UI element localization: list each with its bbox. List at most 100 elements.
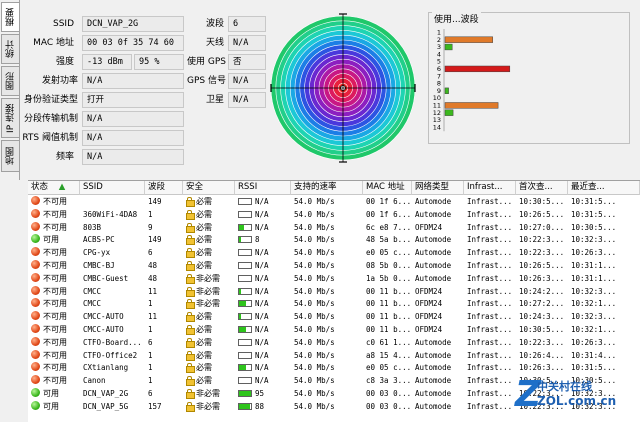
table-row[interactable]: 不可用 360WiFi-4DA8 1 必需 N/A 54.0 Mb/s 00 1f 6...… — [28, 208, 640, 221]
infra-cell: Infrast... — [467, 222, 513, 232]
status-text: 可用 — [43, 235, 59, 245]
table-row[interactable]: 不可用 CMCC 11 非必需 N/A 54.0 Mb/s 00 11 b... OFDM24… — [28, 285, 640, 298]
status-text: 不可用 — [43, 325, 67, 334]
column-header-channel[interactable]: 波段 — [145, 181, 183, 195]
tab-map[interactable]: 地图 — [1, 140, 19, 172]
column-header-label: 波段 — [148, 182, 166, 192]
lock-icon — [186, 299, 195, 310]
tab-overview[interactable]: 概要 — [1, 2, 19, 32]
rate-cell: 54.0 Mb/s — [294, 286, 335, 296]
table-row[interactable]: 不可用 CTFO-Board... 6 必需 N/A 54.0 Mb/s c0 61 1..… — [28, 336, 640, 349]
last-seen-cell: 10:31:4... — [571, 350, 617, 360]
auth-value: 打开 — [82, 92, 184, 108]
table-row[interactable]: 不可用 CMCC-AUTO 1 必需 N/A 54.0 Mb/s 00 11 b... OFD… — [28, 324, 640, 336]
infra-cell: Infrast... — [467, 312, 513, 322]
last-seen-cell: 10:26:3... — [571, 248, 617, 258]
unavailable-status-icon — [31, 324, 40, 333]
lock-icon — [186, 222, 195, 233]
rssi-cell: N/A — [255, 325, 269, 334]
table-row[interactable]: 不可用 149 必需 N/A 54.0 Mb/s 00 1f 6... Automode In… — [28, 196, 640, 208]
column-header-infra[interactable]: Infrast... — [464, 181, 516, 195]
column-header-first-seen[interactable]: 首次查... — [516, 181, 568, 195]
ssid-cell: CTFO-Office2 — [83, 350, 138, 360]
tab-overview-label: 概要 — [6, 8, 16, 26]
lock-icon — [186, 337, 195, 348]
rate-cell: 54.0 Mb/s — [294, 389, 335, 398]
rate-cell: 54.0 Mb/s — [294, 401, 335, 411]
mac-cell: 00 11 b... — [366, 286, 412, 296]
rate-cell: 54.0 Mb/s — [294, 325, 335, 334]
column-header-status[interactable]: 状态 ▲ — [28, 181, 80, 195]
infra-cell: Infrast... — [467, 363, 513, 373]
security-cell: 非必需 — [196, 286, 220, 296]
table-row[interactable]: 不可用 CMCC-AUTO 11 必需 N/A 54.0 Mb/s 00 11 b... OF… — [28, 311, 640, 323]
zol-watermark: Z 中关村在线 ZOL.com.cn — [515, 372, 640, 422]
first-seen-cell: 10:30:5... — [519, 197, 565, 206]
rssi-cell: N/A — [255, 337, 269, 347]
rate-cell: 54.0 Mb/s — [294, 222, 335, 232]
nettype-cell: Automode — [415, 337, 452, 347]
ssid-cell: CPG-yx — [83, 248, 111, 258]
channel-usage-chart: 1234567891011121314 — [433, 29, 511, 131]
mac-cell: 08 5b 0... — [366, 261, 412, 270]
nettype-cell: Automode — [415, 350, 452, 360]
tab-statistics[interactable]: 统计 — [1, 34, 19, 64]
unavailable-status-icon — [31, 298, 40, 308]
column-header-nettype[interactable]: 网络类型 — [412, 181, 464, 195]
mac-label: MAC 地址 — [33, 38, 74, 48]
column-header-label: 状态 — [31, 182, 49, 192]
antenna-label: 天线 — [205, 38, 224, 48]
lock-icon — [186, 197, 195, 207]
infra-cell: Infrast... — [467, 350, 513, 360]
satellite-value: N/A — [228, 92, 266, 108]
rate-cell: 54.0 Mb/s — [294, 312, 335, 322]
table-row[interactable]: 不可用 803B 9 必需 N/A 54.0 Mb/s 6c e8 7... OFDM24 In… — [28, 221, 640, 234]
status-text: 不可用 — [43, 363, 67, 373]
nettype-cell: Automode — [415, 376, 452, 386]
table-row[interactable]: 可用 ACBS-PC 149 必需 8 54.0 Mb/s 48 5a b... Automo… — [28, 234, 640, 246]
column-header-mac[interactable]: MAC 地址 — [363, 181, 412, 195]
mac-cell: 00 1f 6... — [366, 197, 412, 206]
nettype-cell: Automode — [415, 261, 452, 270]
last-seen-cell: 10:31:5... — [571, 197, 617, 206]
last-seen-cell: 10:32:1... — [571, 325, 617, 334]
column-header-ssid[interactable]: SSID — [80, 181, 145, 195]
rssi-bar-icon — [238, 313, 252, 321]
table-row[interactable]: 不可用 CMCC 1 非必需 N/A 54.0 Mb/s 00 11 b... OFDM24 I… — [28, 298, 640, 310]
security-cell: 必需 — [196, 312, 212, 322]
lock-icon — [186, 261, 195, 271]
available-status-icon — [31, 234, 40, 244]
column-header-label: 网络类型 — [415, 182, 450, 192]
ssid-cell: DCN_VAP_2G — [83, 389, 129, 398]
unavailable-status-icon — [31, 311, 40, 321]
infra-cell: Infrast... — [467, 261, 513, 270]
infra-cell: Infrast... — [467, 235, 513, 245]
infra-cell: Infrast... — [467, 325, 513, 334]
table-row[interactable]: 不可用 CMBC-Guest 48 非必需 N/A 54.0 Mb/s 1a 5b 0...… — [28, 272, 640, 285]
rssi-bar-icon — [238, 300, 252, 308]
ssid-cell: 360WiFi-4DA8 — [83, 209, 138, 219]
unavailable-status-icon — [31, 247, 40, 257]
table-row[interactable]: 不可用 CPG-yx 6 必需 N/A 54.0 Mb/s e0 05 c... Automo… — [28, 247, 640, 259]
table-row[interactable]: 不可用 CMBC-BJ 48 必需 N/A 54.0 Mb/s 08 5b 0... Auto… — [28, 260, 640, 272]
rate-cell: 54.0 Mb/s — [294, 248, 335, 258]
rssi-bar-icon — [238, 390, 252, 397]
status-text: 不可用 — [43, 197, 67, 206]
column-header-last-seen[interactable]: 最近查... — [568, 181, 640, 195]
tab-ip-connections[interactable]: IP 连接 — [1, 98, 19, 138]
column-header-security[interactable]: 安全 — [183, 181, 235, 195]
rssi-cell: N/A — [255, 209, 269, 219]
column-header-rates[interactable]: 支持的速率 — [291, 181, 363, 195]
rate-cell: 54.0 Mb/s — [294, 261, 335, 270]
security-cell: 必需 — [196, 363, 212, 373]
security-cell: 必需 — [196, 209, 212, 219]
rssi-bar-icon — [238, 402, 252, 410]
status-text: 可用 — [43, 389, 59, 398]
tab-graphs[interactable]: 图形 — [1, 66, 19, 96]
channel-bar-green — [444, 43, 453, 51]
nettype-cell: OFDM24 — [415, 299, 443, 309]
sort-ascending-icon: ▲ — [56, 182, 66, 192]
table-row[interactable]: 不可用 CTFO-Office2 1 必需 N/A 54.0 Mb/s a8 15 4...… — [28, 349, 640, 362]
rssi-bar-icon — [238, 223, 252, 231]
column-header-rssi[interactable]: RSSI — [235, 181, 291, 195]
